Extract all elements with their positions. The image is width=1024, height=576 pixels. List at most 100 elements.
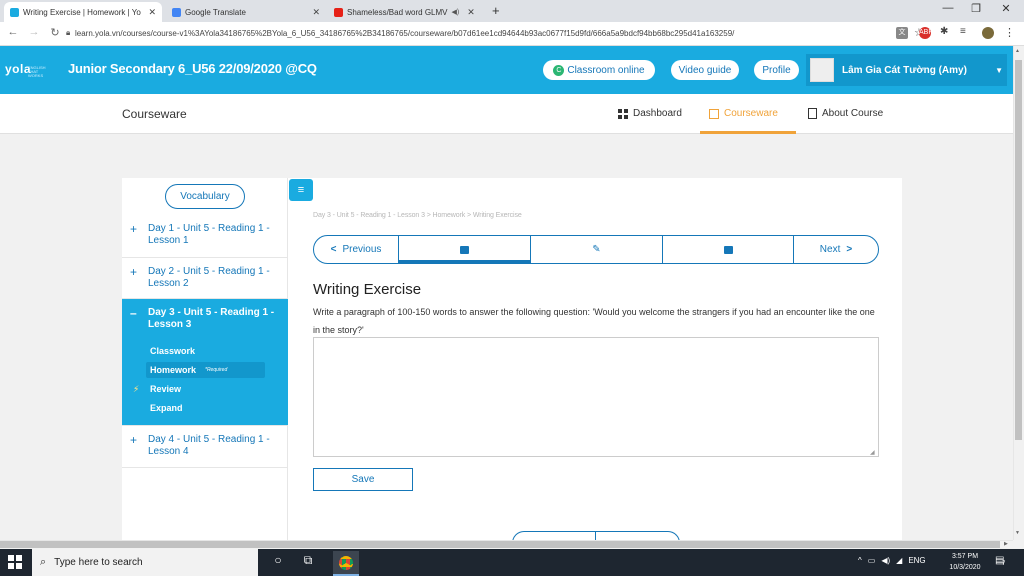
tab-title: Shameless/Bad word GLMV bbox=[347, 7, 448, 17]
audio-playing-icon[interactable]: ◀) bbox=[452, 8, 460, 16]
new-tab-button[interactable]: + bbox=[492, 3, 500, 18]
browser-tab[interactable]: Shameless/Bad word GLMV ◀) ✕ bbox=[328, 2, 484, 22]
restore-icon[interactable]: ❐ bbox=[962, 2, 990, 15]
browser-tab-active[interactable]: Writing Exercise | Homework | Yo ✕ bbox=[4, 2, 162, 22]
profile-button[interactable]: Profile bbox=[754, 60, 799, 80]
courseware-icon bbox=[709, 108, 719, 119]
forward-icon[interactable]: → bbox=[27, 26, 41, 38]
taskbar-search-box[interactable]: ⌕ Type here to search bbox=[32, 549, 258, 576]
document-icon bbox=[808, 108, 817, 119]
chrome-taskbar-button[interactable] bbox=[333, 551, 359, 576]
minimize-icon[interactable]: — bbox=[934, 2, 962, 14]
vertical-scroll-thumb[interactable] bbox=[1015, 60, 1022, 440]
sidebar-item-day4[interactable]: + Day 4 - Unit 5 - Reading 1 - Lesson 4 bbox=[122, 426, 288, 468]
sidebar-subitem-classwork[interactable]: Classwork bbox=[150, 346, 195, 356]
windows-start-icon[interactable] bbox=[8, 555, 22, 569]
next-label: Next bbox=[819, 244, 841, 255]
tab-about-course[interactable]: About Course bbox=[808, 108, 883, 119]
volume-icon[interactable]: ◀) bbox=[881, 556, 890, 565]
required-badge: *Required bbox=[205, 367, 228, 373]
sidebar-item-label: Day 1 - Unit 5 - Reading 1 - Lesson 1 bbox=[148, 223, 270, 246]
book-icon bbox=[723, 245, 733, 254]
breadcrumb: Day 3 - Unit 5 - Reading 1 - Lesson 3 > … bbox=[313, 212, 522, 219]
tab-title: Google Translate bbox=[185, 7, 246, 17]
classroom-icon: C bbox=[553, 64, 565, 76]
taskbar-clock[interactable]: 3:57 PM 10/3/2020 bbox=[945, 551, 985, 573]
show-hidden-icons-icon[interactable]: ^ bbox=[858, 556, 862, 565]
sidebar-subitem-homework[interactable]: Homework bbox=[150, 365, 196, 375]
tab-about-course-label: About Course bbox=[822, 108, 884, 119]
previous-button[interactable]: < Previous bbox=[314, 236, 398, 263]
horizontal-scroll-thumb[interactable] bbox=[0, 541, 1000, 548]
collapse-icon: – bbox=[130, 306, 137, 320]
playlist-extension-icon[interactable]: ≡ bbox=[960, 26, 966, 37]
expand-icon: + bbox=[130, 433, 138, 447]
task-view-icon[interactable]: ⧉ bbox=[298, 553, 318, 568]
lightning-icon: ⚡︎ bbox=[133, 384, 140, 394]
yola-favicon-icon bbox=[10, 7, 19, 17]
adblock-extension-icon[interactable]: ABP bbox=[919, 27, 933, 39]
chevron-left-icon: < bbox=[330, 244, 337, 255]
chevron-down-icon: ▼ bbox=[995, 65, 1003, 75]
network-icon[interactable]: ▭ bbox=[868, 556, 876, 565]
scroll-down-icon[interactable]: ▼ bbox=[1015, 530, 1020, 536]
close-tab-icon[interactable]: ✕ bbox=[148, 7, 156, 18]
tab-dashboard-label: Dashboard bbox=[633, 108, 682, 119]
save-button[interactable]: Save bbox=[313, 468, 413, 491]
sidebar-subitem-expand[interactable]: Expand bbox=[150, 403, 183, 413]
tab-courseware[interactable]: Courseware bbox=[709, 108, 778, 119]
tab-courseware-label: Courseware bbox=[724, 108, 778, 119]
resize-handle-icon[interactable]: ◢ bbox=[870, 449, 875, 456]
browser-menu-icon[interactable]: ⋮ bbox=[1004, 26, 1015, 39]
translate-extension-icon[interactable]: 文 bbox=[896, 27, 908, 39]
sequence-unit-reading[interactable] bbox=[399, 236, 530, 263]
active-unit-underline bbox=[399, 260, 530, 263]
close-tab-icon[interactable]: ✕ bbox=[467, 7, 475, 18]
answer-textarea[interactable] bbox=[313, 337, 879, 457]
scroll-up-icon[interactable]: ▲ bbox=[1015, 48, 1020, 54]
tab-dashboard[interactable]: Dashboard bbox=[618, 108, 682, 119]
close-tab-icon[interactable]: ✕ bbox=[312, 7, 320, 18]
profile-avatar-icon[interactable] bbox=[982, 27, 994, 39]
taskbar-search-placeholder: Type here to search bbox=[54, 557, 143, 568]
scroll-right-icon[interactable]: ▶ bbox=[1004, 541, 1008, 547]
sequence-unit-book[interactable] bbox=[663, 236, 793, 263]
user-name: Lâm Gia Cát Tường (Amy) bbox=[842, 64, 967, 76]
video-guide-button[interactable]: Video guide bbox=[671, 60, 739, 80]
page-title: Writing Exercise bbox=[313, 281, 422, 298]
chrome-icon bbox=[339, 556, 353, 570]
close-window-icon[interactable]: ✕ bbox=[992, 2, 1020, 15]
address-bar[interactable]: learn.yola.vn/courses/course-v1%3AYola34… bbox=[75, 26, 905, 41]
search-icon: ⌕ bbox=[40, 556, 47, 568]
back-icon[interactable]: ← bbox=[6, 26, 20, 38]
lock-icon: 🔒︎ bbox=[66, 28, 71, 37]
notification-center-icon[interactable]: ▤ 7 bbox=[995, 555, 1009, 569]
puzzle-extension-icon[interactable]: ✱ bbox=[940, 26, 948, 37]
active-tab-underline bbox=[700, 131, 796, 134]
exercise-prompt: Write a paragraph of 100-150 words to an… bbox=[313, 307, 875, 335]
menu-icon: ≡ bbox=[297, 184, 305, 196]
sidebar-item-day1[interactable]: + Day 1 - Unit 5 - Reading 1 - Lesson 1 bbox=[122, 215, 288, 258]
notification-count: 7 bbox=[1002, 561, 1006, 567]
sidebar-item-day2[interactable]: + Day 2 - Unit 5 - Reading 1 - Lesson 2 bbox=[122, 258, 288, 299]
cortana-icon[interactable]: ○ bbox=[268, 553, 288, 567]
previous-label: Previous bbox=[342, 244, 382, 255]
google-translate-favicon-icon bbox=[172, 7, 181, 17]
course-nav-title: Courseware bbox=[122, 107, 187, 121]
browser-tab[interactable]: Google Translate ✕ bbox=[166, 2, 326, 22]
wifi-icon[interactable]: ◢ bbox=[896, 556, 902, 565]
sidebar-subitem-review[interactable]: Review bbox=[150, 384, 181, 394]
reload-icon[interactable]: ↻ bbox=[48, 26, 62, 39]
classroom-online-button[interactable]: C Classroom online bbox=[543, 60, 655, 80]
vocabulary-button[interactable]: Vocabulary bbox=[165, 184, 245, 209]
youtube-favicon-icon bbox=[334, 7, 343, 17]
classroom-online-label: Classroom online bbox=[567, 64, 645, 76]
sequence-unit-edit[interactable]: ✎ bbox=[531, 236, 662, 263]
toggle-sidebar-button[interactable]: ≡ bbox=[289, 179, 313, 201]
next-button[interactable]: Next > bbox=[794, 236, 878, 263]
user-menu[interactable]: Lâm Gia Cát Tường (Amy) ▼ bbox=[806, 54, 1007, 86]
language-indicator[interactable]: ENG bbox=[908, 556, 925, 565]
clock-date: 10/3/2020 bbox=[949, 564, 981, 571]
sidebar-item-label: Day 2 - Unit 5 - Reading 1 - Lesson 2 bbox=[148, 266, 270, 289]
expand-icon: + bbox=[130, 222, 138, 236]
